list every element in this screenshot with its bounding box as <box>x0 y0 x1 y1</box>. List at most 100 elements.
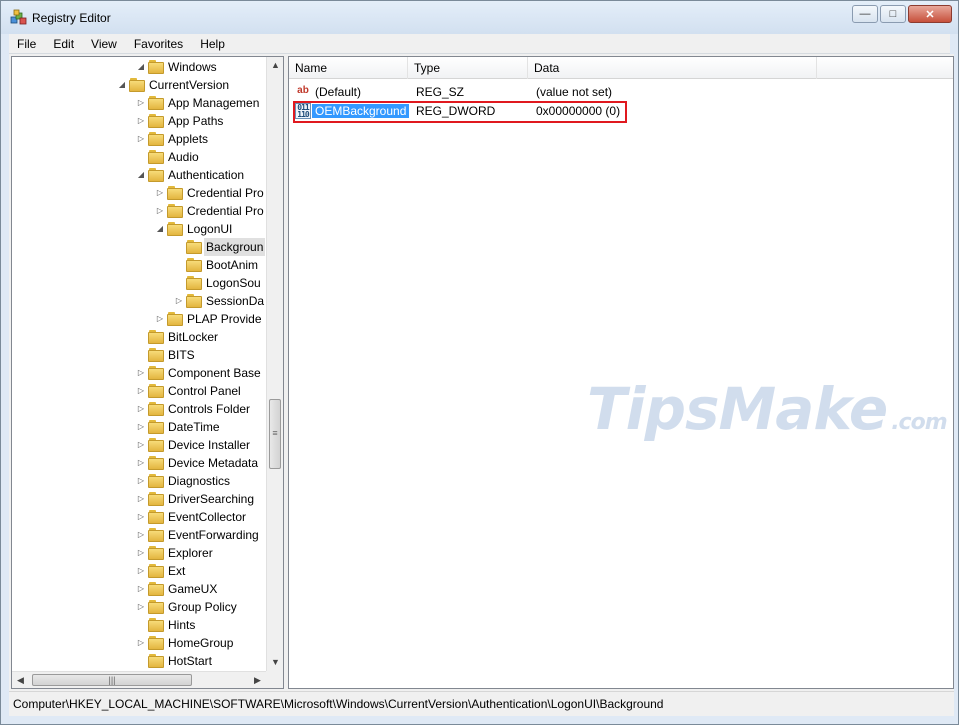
folder-icon <box>148 402 164 416</box>
menu-file[interactable]: File <box>9 34 45 54</box>
folder-icon <box>167 312 183 326</box>
expand-arrow-icon[interactable]: ▷ <box>136 580 146 598</box>
expand-arrow-icon[interactable]: ▷ <box>136 598 146 616</box>
tree-item[interactable]: LogonSou <box>12 274 266 292</box>
tree-item[interactable]: ▷ Credential Pro <box>12 184 266 202</box>
title-bar[interactable]: Registry Editor — □ ✕ <box>1 1 958 34</box>
tree-item[interactable]: Backgroun <box>12 238 266 256</box>
column-data[interactable]: Data <box>528 57 817 79</box>
tree-item[interactable]: ▷ Device Installer <box>12 436 266 454</box>
tree-item[interactable]: BITS <box>12 346 266 364</box>
tree-item[interactable]: ▷ Explorer <box>12 544 266 562</box>
tree-item[interactable]: ▷ PLAP Provide <box>12 310 266 328</box>
scroll-right-arrow-icon[interactable]: ▶ <box>249 672 266 688</box>
expand-arrow-icon[interactable]: ▷ <box>155 310 165 328</box>
tree-item[interactable]: ▷ App Paths <box>12 112 266 130</box>
tree-item[interactable]: ▷ App Managemen <box>12 94 266 112</box>
tree-scroll-thumb[interactable]: ≡ <box>269 399 281 469</box>
tree-item[interactable]: ▷ Applets <box>12 130 266 148</box>
column-type[interactable]: Type <box>408 57 528 79</box>
column-name[interactable]: Name <box>289 57 408 79</box>
tree-item[interactable]: ▷ Credential Pro <box>12 202 266 220</box>
expand-arrow-icon[interactable]: ▷ <box>136 436 146 454</box>
menu-view[interactable]: View <box>83 34 126 54</box>
tree-item[interactable]: ▷ DateTime <box>12 418 266 436</box>
scroll-up-arrow-icon[interactable]: ▲ <box>267 57 283 74</box>
expand-arrow-icon[interactable]: ▷ <box>136 472 146 490</box>
expand-arrow-icon[interactable]: ▷ <box>136 490 146 508</box>
expand-arrow-icon[interactable]: ▷ <box>136 562 146 580</box>
column-header: Name Type Data <box>289 57 953 79</box>
window-title: Registry Editor <box>32 11 111 25</box>
tree-item[interactable]: ▷ Component Base <box>12 364 266 382</box>
collapse-arrow-icon[interactable]: ◢ <box>117 76 127 94</box>
close-button[interactable]: ✕ <box>908 5 952 23</box>
folder-icon <box>148 384 164 398</box>
tree-item[interactable]: ◢ CurrentVersion <box>12 76 266 94</box>
tree-item[interactable]: ▷ Control Panel <box>12 382 266 400</box>
tree-item[interactable]: ▷ EventCollector <box>12 508 266 526</box>
tree-hscroll-thumb[interactable]: ||| <box>32 674 192 686</box>
collapse-arrow-icon[interactable]: ◢ <box>136 166 146 184</box>
value-row-default[interactable]: ab (Default) REG_SZ (value not set) <box>289 83 953 101</box>
tree-item-label: PLAP Provide <box>187 312 262 326</box>
tree-item[interactable]: ▷ GameUX <box>12 580 266 598</box>
tree-vertical-scrollbar[interactable]: ▲ ≡ ▼ <box>266 57 283 671</box>
tree-item-label: BITS <box>168 348 195 362</box>
folder-icon <box>167 186 183 200</box>
folder-icon <box>148 60 164 74</box>
tree-item[interactable]: Hints <box>12 616 266 634</box>
menu-help[interactable]: Help <box>192 34 234 54</box>
tree-item[interactable]: ▷ SessionDa <box>12 292 266 310</box>
expand-arrow-icon[interactable]: ▷ <box>136 634 146 652</box>
expand-arrow-icon[interactable]: ▷ <box>136 364 146 382</box>
tree-item[interactable]: ▷ HomeGroup <box>12 634 266 652</box>
key-tree[interactable]: ◢ Windows ◢ CurrentVersion ▷ App Managemen ▷ Ap… <box>12 57 266 671</box>
minimize-button[interactable]: — <box>852 5 878 23</box>
maximize-button[interactable]: □ <box>880 5 906 23</box>
tree-item-label: BootAnim <box>206 258 259 272</box>
tree-item[interactable]: ▷ Device Metadata <box>12 454 266 472</box>
tree-item[interactable]: HotStart <box>12 652 266 670</box>
folder-icon <box>186 258 202 272</box>
tree-item[interactable]: Audio <box>12 148 266 166</box>
expand-arrow-icon[interactable]: ▷ <box>136 130 146 148</box>
menu-favorites[interactable]: Favorites <box>126 34 192 54</box>
scroll-down-arrow-icon[interactable]: ▼ <box>267 654 283 671</box>
scroll-left-arrow-icon[interactable]: ◀ <box>12 672 29 688</box>
values-list-pane[interactable]: Name Type Data ab (Default) REG_SZ (valu… <box>288 56 954 689</box>
expand-arrow-icon[interactable]: ▷ <box>136 418 146 436</box>
tree-item[interactable]: ◢ Windows <box>12 58 266 76</box>
tree-item[interactable]: ▷ Group Policy <box>12 598 266 616</box>
tree-item-label: EventForwarding <box>168 528 259 542</box>
tree-item[interactable]: ▷ Diagnostics <box>12 472 266 490</box>
expand-arrow-icon[interactable]: ▷ <box>155 184 165 202</box>
expand-arrow-icon[interactable]: ▷ <box>136 508 146 526</box>
key-tree-pane[interactable]: ◢ Windows ◢ CurrentVersion ▷ App Managemen ▷ Ap… <box>11 56 284 689</box>
expand-arrow-icon[interactable]: ▷ <box>136 382 146 400</box>
expand-arrow-icon[interactable]: ▷ <box>136 400 146 418</box>
watermark: TipsMake .com <box>587 375 948 443</box>
tree-item[interactable]: BitLocker <box>12 328 266 346</box>
collapse-arrow-icon[interactable]: ◢ <box>155 220 165 238</box>
collapse-arrow-icon[interactable]: ◢ <box>136 58 146 76</box>
tree-item[interactable]: ▷ DriverSearching <box>12 490 266 508</box>
tree-horizontal-scrollbar[interactable]: ◀ ||| ▶ <box>12 671 266 688</box>
expand-arrow-icon[interactable]: ▷ <box>155 202 165 220</box>
tree-item[interactable]: ▷ Ext <box>12 562 266 580</box>
tree-item-label: Audio <box>168 150 199 164</box>
menu-edit[interactable]: Edit <box>45 34 83 54</box>
tree-item[interactable]: ▷ Controls Folder <box>12 400 266 418</box>
tree-item[interactable]: ▷ EventForwarding <box>12 526 266 544</box>
expand-arrow-icon[interactable]: ▷ <box>174 292 184 310</box>
tree-item[interactable]: ◢ Authentication <box>12 166 266 184</box>
expand-arrow-icon[interactable]: ▷ <box>136 526 146 544</box>
folder-icon <box>148 168 164 182</box>
expand-arrow-icon[interactable]: ▷ <box>136 94 146 112</box>
expand-arrow-icon[interactable]: ▷ <box>136 454 146 472</box>
tree-item[interactable]: ◢ LogonUI <box>12 220 266 238</box>
tree-item[interactable]: BootAnim <box>12 256 266 274</box>
expand-arrow-icon[interactable]: ▷ <box>136 112 146 130</box>
expand-arrow-icon[interactable]: ▷ <box>136 544 146 562</box>
